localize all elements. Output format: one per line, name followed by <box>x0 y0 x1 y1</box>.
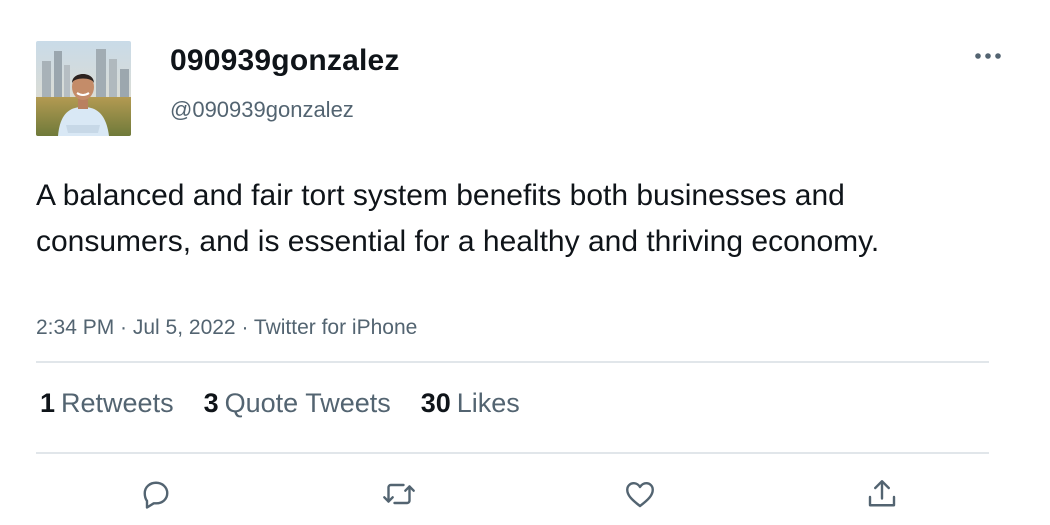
likes-stat[interactable]: 30 Likes <box>421 388 520 419</box>
heart-icon <box>626 482 654 508</box>
quote-tweets-label: Quote Tweets <box>224 388 391 418</box>
retweets-stat[interactable]: 1 Retweets <box>40 388 174 419</box>
reply-icon <box>143 481 169 509</box>
author-display-name[interactable]: 090939gonzalez <box>170 44 400 78</box>
quote-tweets-count: 3 <box>203 388 219 418</box>
engagement-stats: 1 Retweets 3 Quote Tweets 30 Likes <box>40 388 550 419</box>
author-handle[interactable]: @090939gonzalez <box>170 97 354 123</box>
retweets-count: 1 <box>40 388 56 418</box>
tweet-text: A balanced and fair tort system benefits… <box>36 179 880 258</box>
like-button[interactable] <box>616 472 664 516</box>
reply-button[interactable] <box>132 472 180 516</box>
more-options-button[interactable] <box>968 42 1008 70</box>
likes-count: 30 <box>420 388 451 418</box>
retweets-label: Retweets <box>61 388 174 418</box>
retweet-icon <box>383 483 415 505</box>
divider <box>36 361 989 363</box>
avatar-photo <box>36 41 131 136</box>
retweet-button[interactable] <box>375 472 423 516</box>
avatar[interactable] <box>36 41 131 136</box>
quote-tweets-stat[interactable]: 3 Quote Tweets <box>204 388 391 419</box>
share-icon <box>868 480 896 507</box>
likes-label: Likes <box>456 388 520 418</box>
tweet-card: 090939gonzalez @090939gonzalez A balance… <box>0 0 1050 525</box>
divider <box>36 452 989 454</box>
more-options-icon <box>975 53 1001 59</box>
tweet-timestamp[interactable]: 2:34 PM · Jul 5, 2022 · Twitter for iPho… <box>36 316 417 340</box>
share-button[interactable] <box>858 472 906 516</box>
